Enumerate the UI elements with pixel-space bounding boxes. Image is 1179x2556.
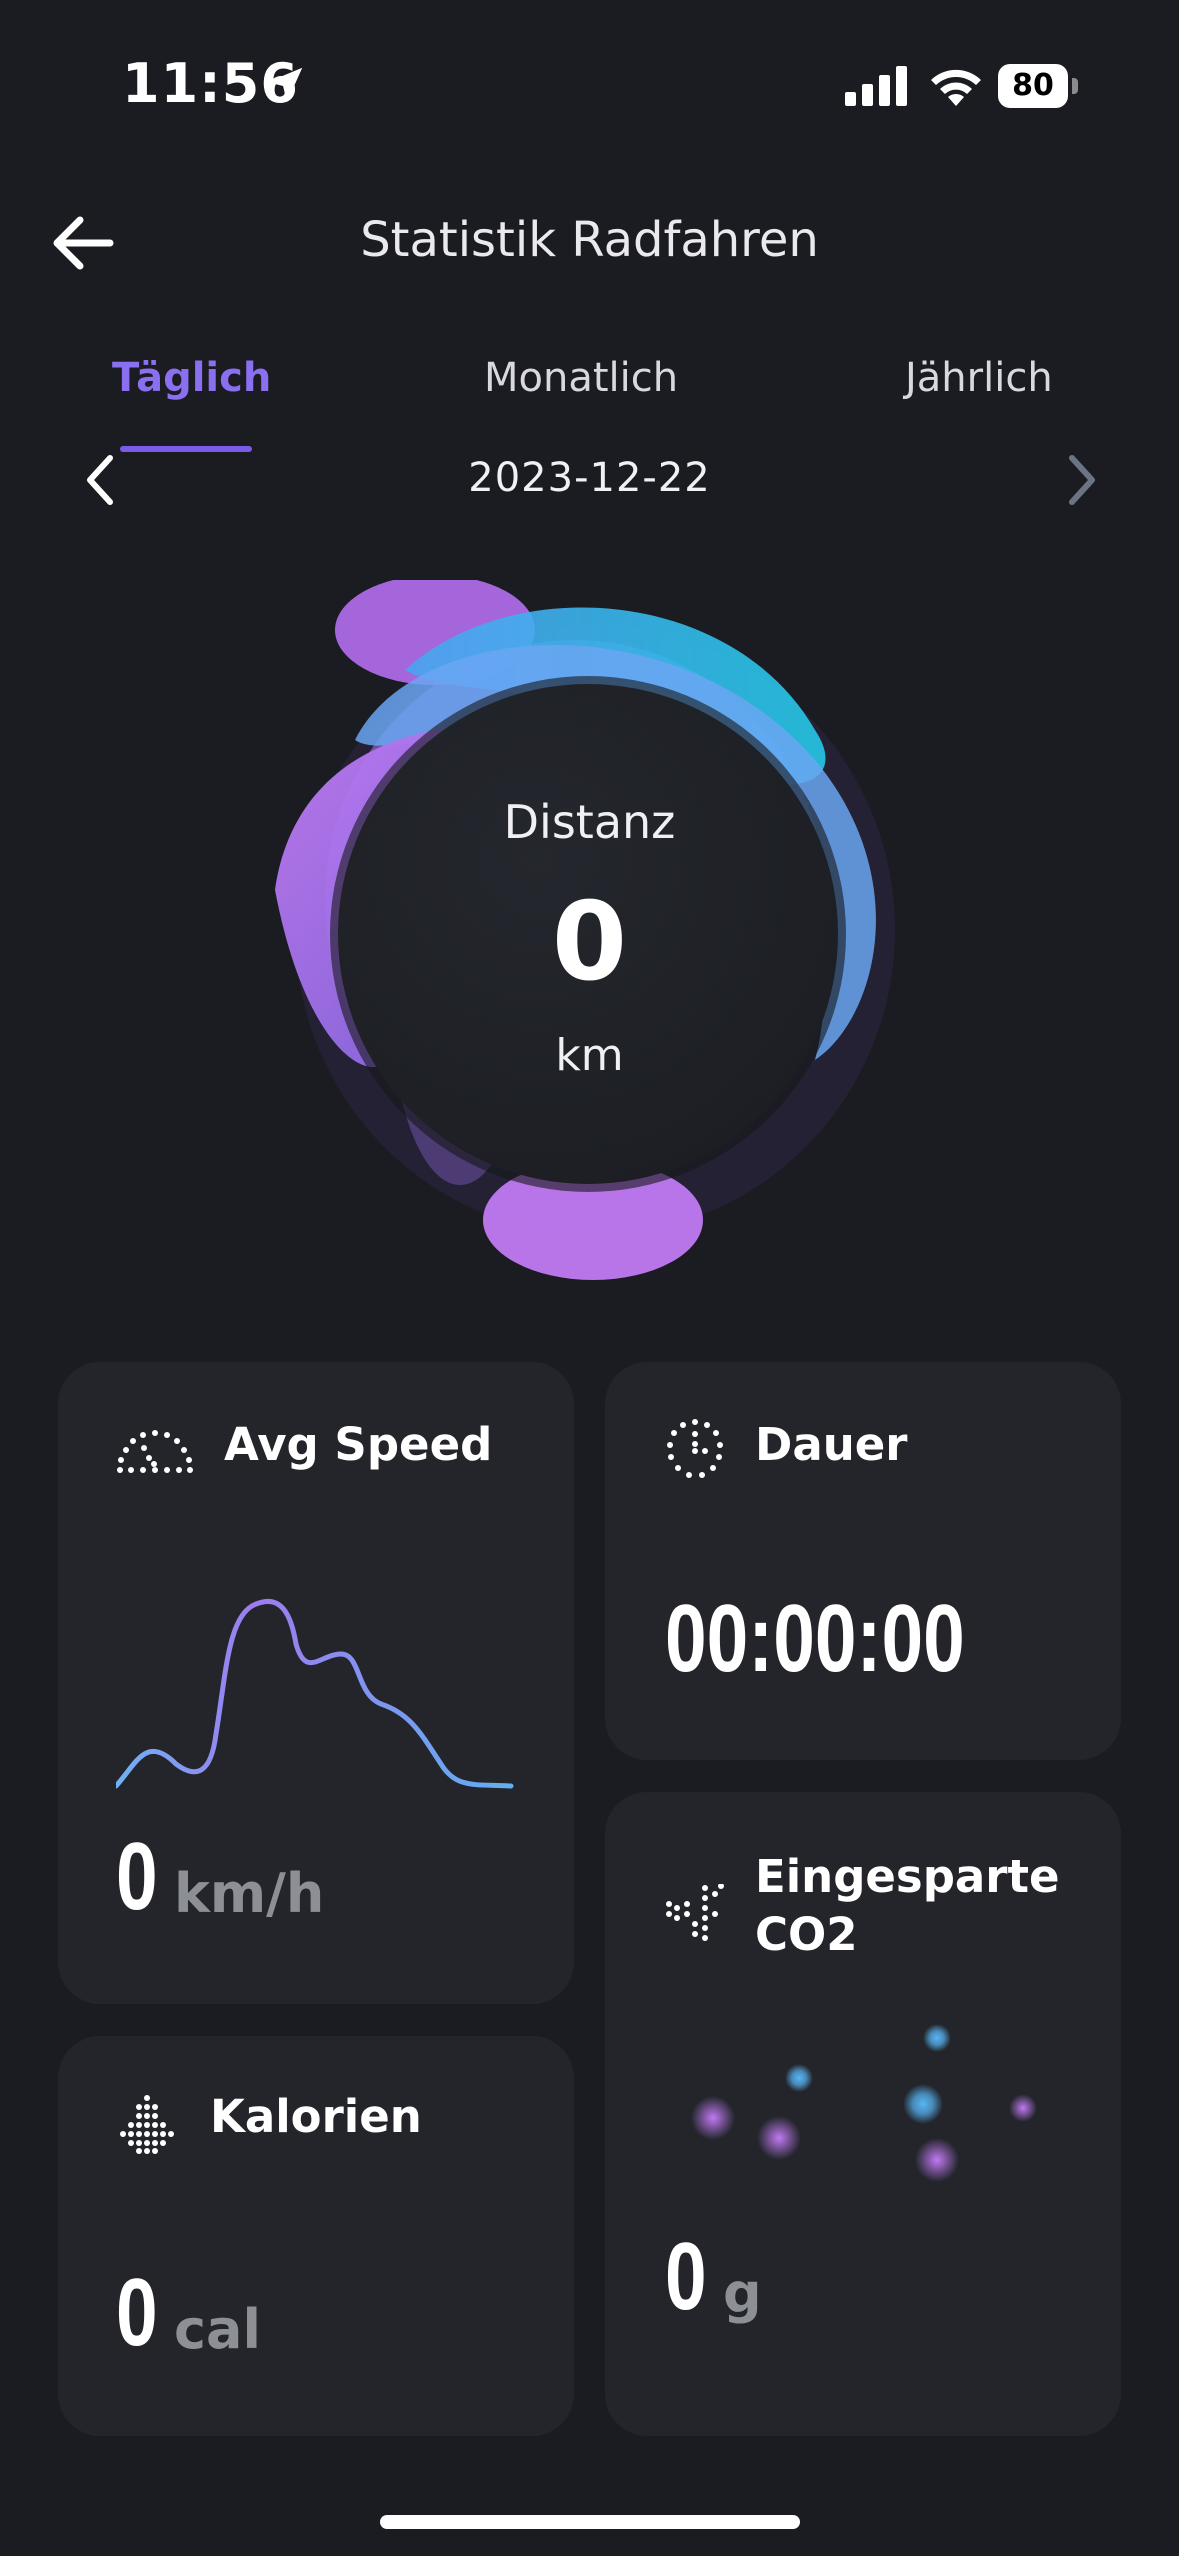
location-arrow-icon [267, 67, 303, 103]
distance-value: 0 [551, 880, 628, 1005]
clock-icon [667, 1419, 723, 1478]
calories-unit: cal [174, 2298, 261, 2361]
tab-daily[interactable]: Täglich [112, 355, 271, 401]
calories-icon [120, 2095, 174, 2154]
co2-title-line2: CO2 [755, 1908, 858, 1961]
wifi-icon [931, 69, 981, 106]
tab-active-indicator [120, 446, 252, 452]
co2-title: Eingesparte CO2 [755, 1848, 1060, 1964]
battery-level: 80 [1012, 68, 1054, 103]
tab-monthly[interactable]: Monatlich [484, 355, 678, 401]
co2-value: 0 [665, 2223, 707, 2330]
co2-icon [666, 1884, 724, 1941]
battery-icon: 80 [998, 64, 1080, 108]
speedometer-icon [117, 1430, 193, 1473]
home-indicator[interactable] [380, 2515, 800, 2529]
co2-card[interactable]: Eingesparte CO2 0 g [605, 1792, 1121, 2436]
co2-title-line1: Eingesparte [755, 1850, 1060, 1903]
avg-speed-card[interactable]: Avg Speed 0 km/h [58, 1362, 574, 2004]
duration-value: 00:00:00 [665, 1585, 965, 1692]
co2-readout: 0 g [665, 2222, 1105, 2342]
distance-label: Distanz [503, 795, 676, 849]
calories-title: Kalorien [210, 2090, 422, 2143]
selected-date: 2023-12-22 [468, 455, 711, 501]
calories-card[interactable]: Kalorien 0 cal [58, 2036, 574, 2436]
avg-speed-title: Avg Speed [224, 1418, 493, 1471]
cellular-signal-icon [845, 66, 907, 106]
duration-card[interactable]: Dauer 00:00:00 [605, 1362, 1121, 1760]
co2-bubbles-graphic [691, 2024, 1037, 2182]
calories-readout: 0 cal [116, 2258, 556, 2378]
avg-speed-value: 0 [116, 1823, 158, 1930]
tab-yearly[interactable]: Jährlich [905, 355, 1053, 401]
distance-unit: km [555, 1030, 624, 1081]
avg-speed-readout: 0 km/h [116, 1822, 556, 1942]
co2-unit: g [723, 2262, 762, 2325]
avg-speed-sparkline [116, 1599, 514, 1789]
avg-speed-unit: km/h [174, 1862, 325, 1925]
calories-value: 0 [116, 2259, 158, 2366]
page-title: Statistik Radfahren [360, 212, 819, 268]
duration-title: Dauer [755, 1418, 908, 1471]
chevron-right-icon[interactable] [1060, 450, 1104, 510]
